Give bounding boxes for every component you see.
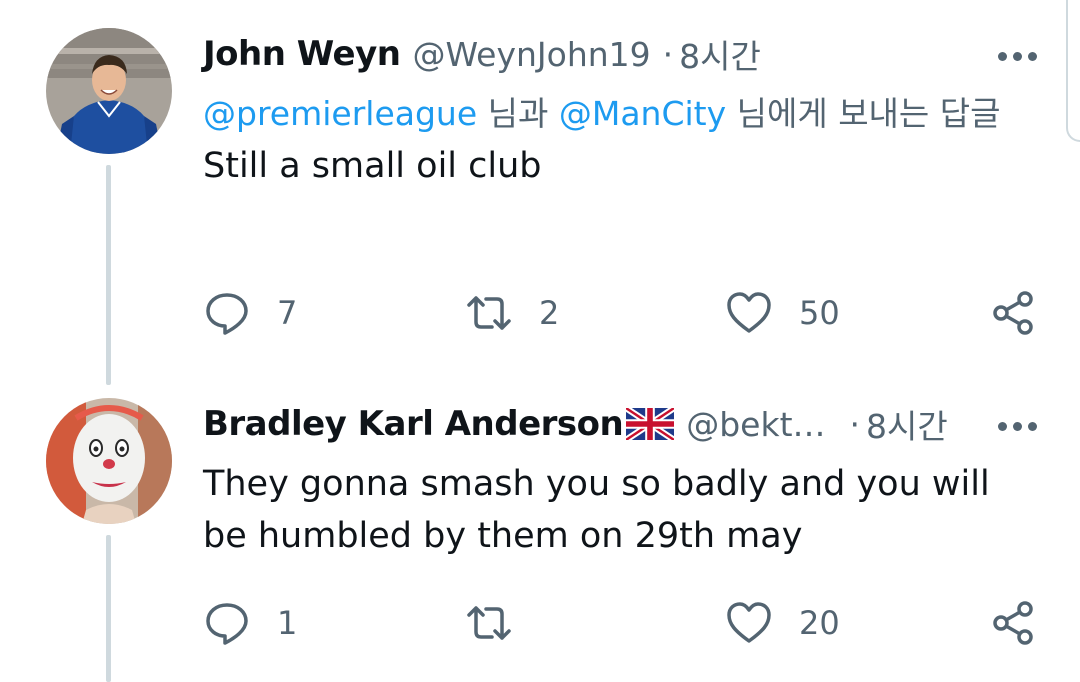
reply-suffix: 님에게 보내는 답글 xyxy=(726,94,1001,133)
share-icon xyxy=(993,601,1033,645)
like-button[interactable]: 20 xyxy=(725,593,840,653)
reply-count: 7 xyxy=(277,294,298,332)
like-count: 50 xyxy=(799,294,840,332)
reply-connector: 님과 xyxy=(477,94,559,133)
timestamp[interactable]: 8시간 xyxy=(866,400,948,448)
reply-icon xyxy=(206,603,248,645)
reply-icon xyxy=(206,293,248,335)
display-name[interactable]: Bradley Karl Anderson xyxy=(203,404,624,444)
tweet-content: Bradley Karl Anderson @bekt… · 8시간 They … xyxy=(203,400,1044,562)
tweet-content: John Weyn @WeynJohn19 · 8시간 @premierleag… xyxy=(203,30,1044,192)
retweet-icon xyxy=(467,296,511,330)
share-icon xyxy=(993,291,1033,335)
tweet-header: Bradley Karl Anderson @bekt… · 8시간 xyxy=(203,400,1044,448)
united-kingdom-flag-icon xyxy=(626,408,675,440)
replying-to: @premierleague 님과 @ManCity 님에게 보내는 답글 xyxy=(203,88,1044,140)
like-button[interactable]: 50 xyxy=(725,283,840,343)
thread-line xyxy=(106,535,111,682)
separator-dot: · xyxy=(662,34,674,74)
thread-line xyxy=(106,165,111,385)
tweet-bradley-karl-anderson[interactable]: Bradley Karl Anderson @bekt… · 8시간 They … xyxy=(0,392,1080,682)
tweet-text: They gonna smash you so badly and you wi… xyxy=(203,464,990,556)
more-options-icon[interactable] xyxy=(998,52,1038,62)
like-icon xyxy=(727,602,771,643)
avatar-john-weyn[interactable] xyxy=(46,28,172,154)
mention-premierleague[interactable]: @premierleague xyxy=(203,94,477,133)
retweet-icon xyxy=(467,606,511,640)
retweet-button[interactable] xyxy=(465,593,539,653)
reply-button[interactable]: 7 xyxy=(203,283,297,343)
share-button[interactable] xyxy=(989,593,1037,653)
timestamp[interactable]: 8시간 xyxy=(679,30,761,78)
mention-mancity[interactable]: @ManCity xyxy=(559,94,726,133)
tweet-john-weyn[interactable]: John Weyn @WeynJohn19 · 8시간 @premierleag… xyxy=(0,0,1080,392)
tweet-actions: 7 2 50 xyxy=(203,283,1043,343)
tweet-header: John Weyn @WeynJohn19 · 8시간 xyxy=(203,30,1044,78)
more-options-icon[interactable] xyxy=(998,422,1038,432)
user-handle[interactable]: @WeynJohn19 xyxy=(412,35,650,74)
display-name[interactable]: John Weyn xyxy=(203,34,401,74)
retweet-button[interactable]: 2 xyxy=(465,283,559,343)
like-icon xyxy=(727,292,771,333)
retweet-count: 2 xyxy=(539,294,560,332)
reply-count: 1 xyxy=(277,604,298,642)
tweet-thread-screen: John Weyn @WeynJohn19 · 8시간 @premierleag… xyxy=(0,0,1080,682)
separator-dot: · xyxy=(849,404,861,444)
reply-button[interactable]: 1 xyxy=(203,593,297,653)
like-count: 20 xyxy=(799,604,840,642)
tweet-actions: 1 20 xyxy=(203,593,1043,653)
share-button[interactable] xyxy=(989,283,1037,343)
tweet-text: Still a small oil club xyxy=(203,146,542,186)
user-handle[interactable]: @bekt… xyxy=(686,405,825,444)
avatar-bradley-karl-anderson[interactable] xyxy=(46,398,172,524)
